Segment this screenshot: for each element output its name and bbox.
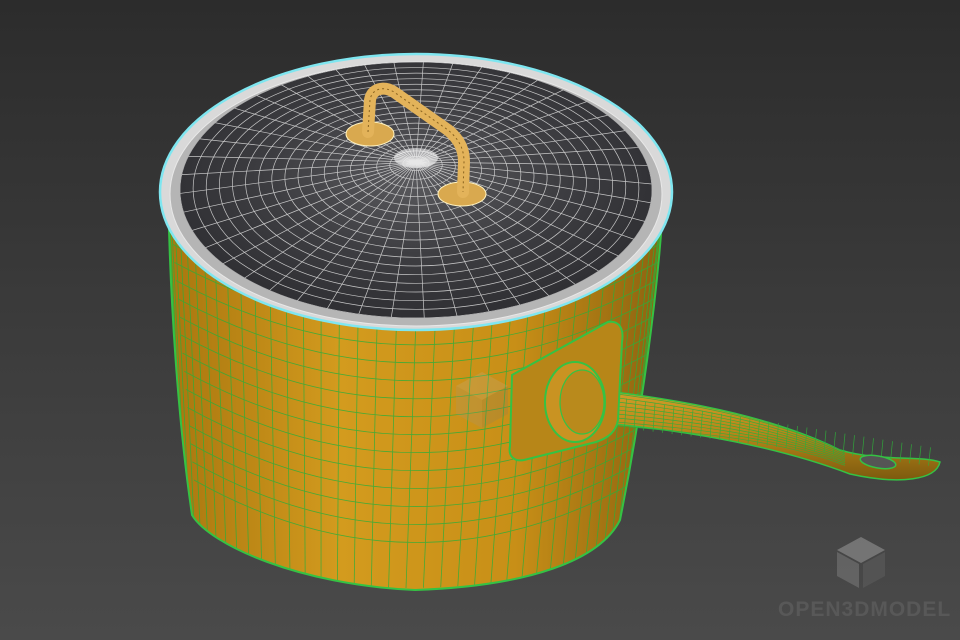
- render-viewport: [0, 0, 960, 640]
- watermark-text: OPEN3DMODEL: [778, 598, 952, 621]
- viewport-stage: OPEN3DMODEL: [0, 0, 960, 640]
